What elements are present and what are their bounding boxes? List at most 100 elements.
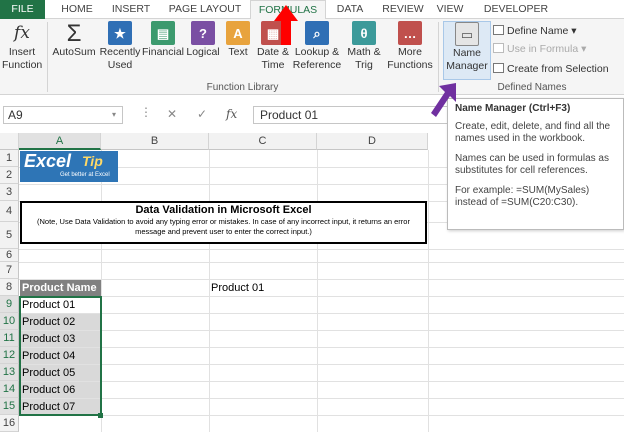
- excel-tip-logo: Excel Tip Get better at Excel: [20, 151, 118, 182]
- row-header[interactable]: 12: [0, 347, 19, 364]
- ribbon-tabs: FILE HOME INSERT PAGE LAYOUT FORMULAS DA…: [0, 0, 624, 20]
- use-in-formula-button[interactable]: Use in Formula ▾: [493, 41, 586, 57]
- row-header[interactable]: 15: [0, 398, 19, 415]
- tab-developer[interactable]: DEVELOPER: [481, 0, 551, 19]
- gridline: [19, 296, 624, 297]
- name-tag-icon: ▭: [455, 22, 479, 46]
- recently-used-label-2: Used: [107, 59, 133, 71]
- define-name-label: Define Name: [507, 25, 569, 37]
- name-manager-label-2: Manager: [446, 60, 488, 72]
- tab-review[interactable]: REVIEW: [380, 0, 426, 19]
- gridline: [19, 347, 624, 348]
- date-time-label-1: Date &: [256, 46, 290, 58]
- row-header[interactable]: 6: [0, 249, 19, 262]
- table-header[interactable]: Product Name: [20, 280, 101, 296]
- column-header-b[interactable]: B: [101, 133, 209, 150]
- more-label-2: Functions: [387, 59, 433, 71]
- row-header[interactable]: 2: [0, 167, 19, 184]
- row-header[interactable]: 8: [0, 279, 19, 296]
- logical-label: Logical: [186, 46, 220, 58]
- name-manager-tooltip: Name Manager (Ctrl+F3) Create, edit, del…: [447, 98, 624, 230]
- tooltip-paragraph: Create, edit, delete, and find all the n…: [455, 121, 611, 144]
- book-icon: ▤: [151, 21, 175, 45]
- text-label: Text: [228, 46, 248, 58]
- math-label-1: Math &: [347, 46, 381, 58]
- insert-function-icon[interactable]: fx: [226, 107, 237, 121]
- tab-insert[interactable]: INSERT: [106, 0, 156, 19]
- row-header[interactable]: 5: [0, 222, 19, 249]
- math-trig-button[interactable]: θ Math & Trig: [345, 21, 383, 72]
- row-header[interactable]: 13: [0, 364, 19, 381]
- column-header-c[interactable]: C: [209, 133, 317, 150]
- fx-icon: fx: [14, 22, 30, 43]
- tab-file[interactable]: FILE: [0, 0, 45, 19]
- text-button[interactable]: A Text: [225, 21, 251, 59]
- autosum-button[interactable]: Σ AutoSum: [51, 21, 97, 59]
- enter-icon[interactable]: ✓: [197, 107, 207, 121]
- define-name-button[interactable]: Define Name ▾: [493, 23, 576, 39]
- gridline: [428, 150, 429, 432]
- column-header-a[interactable]: A: [19, 133, 101, 150]
- recently-used-button[interactable]: ★ Recently Used: [99, 21, 141, 72]
- gridline: [317, 150, 318, 432]
- title-box-title: Data Validation in Microsoft Excel: [135, 204, 312, 216]
- tab-data[interactable]: DATA: [330, 0, 370, 19]
- row-header[interactable]: 11: [0, 330, 19, 347]
- red-arrow-annotation: [274, 5, 298, 45]
- name-manager-label-1: Name: [452, 47, 481, 59]
- name-manager-button[interactable]: ▭ Name Manager: [443, 21, 491, 80]
- cell-c8[interactable]: Product 01: [211, 280, 264, 296]
- insert-function-button[interactable]: fx Insert Function: [2, 21, 42, 72]
- text-book-icon: A: [226, 21, 250, 45]
- theta-book-icon: θ: [352, 21, 376, 45]
- purple-arrow-annotation: [431, 83, 456, 117]
- name-box[interactable]: A9: [3, 106, 123, 124]
- create-from-selection-label: Create from Selection: [507, 63, 609, 75]
- logo-word-excel: Excel: [24, 151, 72, 171]
- row-header[interactable]: 1: [0, 150, 19, 167]
- cancel-icon[interactable]: ✕: [167, 107, 177, 121]
- gridline: [19, 279, 624, 280]
- tab-page-layout[interactable]: PAGE LAYOUT: [163, 0, 247, 19]
- recently-used-label-1: Recently: [99, 46, 141, 58]
- fill-handle[interactable]: [98, 413, 103, 418]
- function-library-group-label: Function Library: [206, 82, 279, 93]
- financial-button[interactable]: ▤ Financial: [141, 21, 185, 59]
- gridline: [19, 364, 624, 365]
- more-functions-button[interactable]: … More Functions: [385, 21, 435, 72]
- math-label-2: Trig: [355, 59, 373, 71]
- logical-button[interactable]: ? Logical: [185, 21, 221, 59]
- column-header-d[interactable]: D: [317, 133, 428, 150]
- row-header[interactable]: 9: [0, 296, 19, 313]
- date-time-label-2: Time: [261, 59, 285, 71]
- insert-function-label-1: Insert: [8, 46, 36, 58]
- ribbon-separator: [47, 22, 48, 92]
- gridline: [19, 313, 624, 314]
- create-from-selection-icon: [493, 63, 504, 73]
- gridline: [19, 415, 624, 416]
- gridline: [19, 262, 624, 263]
- row-header[interactable]: 3: [0, 184, 19, 201]
- row-header[interactable]: 4: [0, 201, 19, 222]
- row-header[interactable]: 7: [0, 262, 19, 279]
- tooltip-title: Name Manager (Ctrl+F3): [455, 103, 571, 114]
- select-all-corner[interactable]: [0, 133, 19, 150]
- row-header[interactable]: 14: [0, 381, 19, 398]
- use-in-formula-icon: [493, 43, 504, 53]
- name-box-dropdown-icon[interactable]: ▾: [112, 110, 116, 119]
- gridline: [19, 381, 624, 382]
- create-from-selection-button[interactable]: Create from Selection: [493, 61, 609, 77]
- magnifier-book-icon: ⌕: [305, 21, 329, 45]
- question-book-icon: ?: [191, 21, 215, 45]
- tab-home[interactable]: HOME: [52, 0, 102, 19]
- formula-bar-more-icon: ⋮: [140, 105, 152, 119]
- selection-border: [19, 296, 102, 416]
- financial-label: Financial: [141, 46, 185, 58]
- row-header[interactable]: 16: [0, 415, 19, 432]
- tab-view[interactable]: VIEW: [432, 0, 468, 19]
- logo-tagline: Get better at Excel: [60, 172, 110, 178]
- gridline: [19, 249, 624, 250]
- lookup-label-2: Reference: [292, 59, 342, 71]
- lookup-label-1: Lookup &: [294, 46, 340, 58]
- row-header[interactable]: 10: [0, 313, 19, 330]
